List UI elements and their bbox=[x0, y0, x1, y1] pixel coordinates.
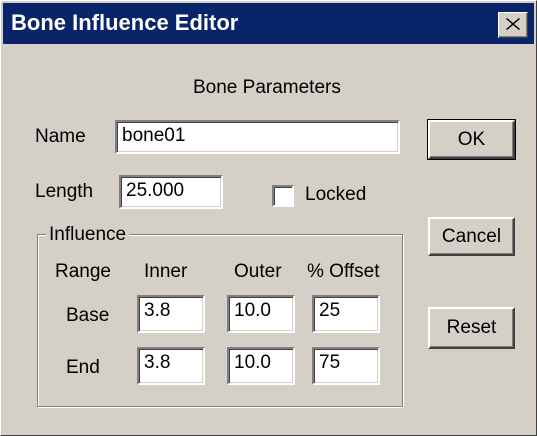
name-field[interactable]: bone01 bbox=[115, 120, 400, 154]
section-heading: Bone Parameters bbox=[193, 77, 341, 98]
end-offset-field[interactable]: 75 bbox=[312, 347, 380, 385]
column-header-range: Range bbox=[55, 261, 111, 282]
locked-label: Locked bbox=[305, 184, 367, 205]
length-field[interactable]: 25.000 bbox=[119, 175, 223, 209]
length-label: Length bbox=[35, 181, 94, 202]
influence-group-label: Influence bbox=[46, 223, 130, 247]
column-header-inner: Inner bbox=[144, 261, 188, 282]
end-outer-field[interactable]: 10.0 bbox=[227, 347, 295, 385]
column-header-outer: Outer bbox=[234, 261, 282, 282]
reset-button[interactable]: Reset bbox=[428, 307, 515, 349]
base-outer-field[interactable]: 10.0 bbox=[227, 295, 295, 333]
base-inner-field[interactable]: 3.8 bbox=[137, 295, 205, 333]
column-header-offset: % Offset bbox=[307, 261, 380, 282]
close-icon bbox=[506, 18, 520, 30]
base-offset-field[interactable]: 25 bbox=[312, 295, 380, 333]
cancel-button[interactable]: Cancel bbox=[428, 217, 515, 256]
window-title: Bone Influence Editor bbox=[11, 10, 239, 35]
name-label: Name bbox=[35, 126, 86, 147]
close-button[interactable] bbox=[498, 12, 528, 38]
ok-button[interactable]: OK bbox=[427, 119, 516, 160]
title-bar[interactable]: Bone Influence Editor bbox=[3, 3, 534, 44]
row-label-end: End bbox=[66, 357, 100, 378]
locked-checkbox[interactable] bbox=[272, 185, 294, 207]
dialog-window: Bone Influence Editor Bone Parameters Na… bbox=[0, 0, 537, 436]
end-inner-field[interactable]: 3.8 bbox=[137, 347, 205, 385]
row-label-base: Base bbox=[66, 305, 110, 326]
